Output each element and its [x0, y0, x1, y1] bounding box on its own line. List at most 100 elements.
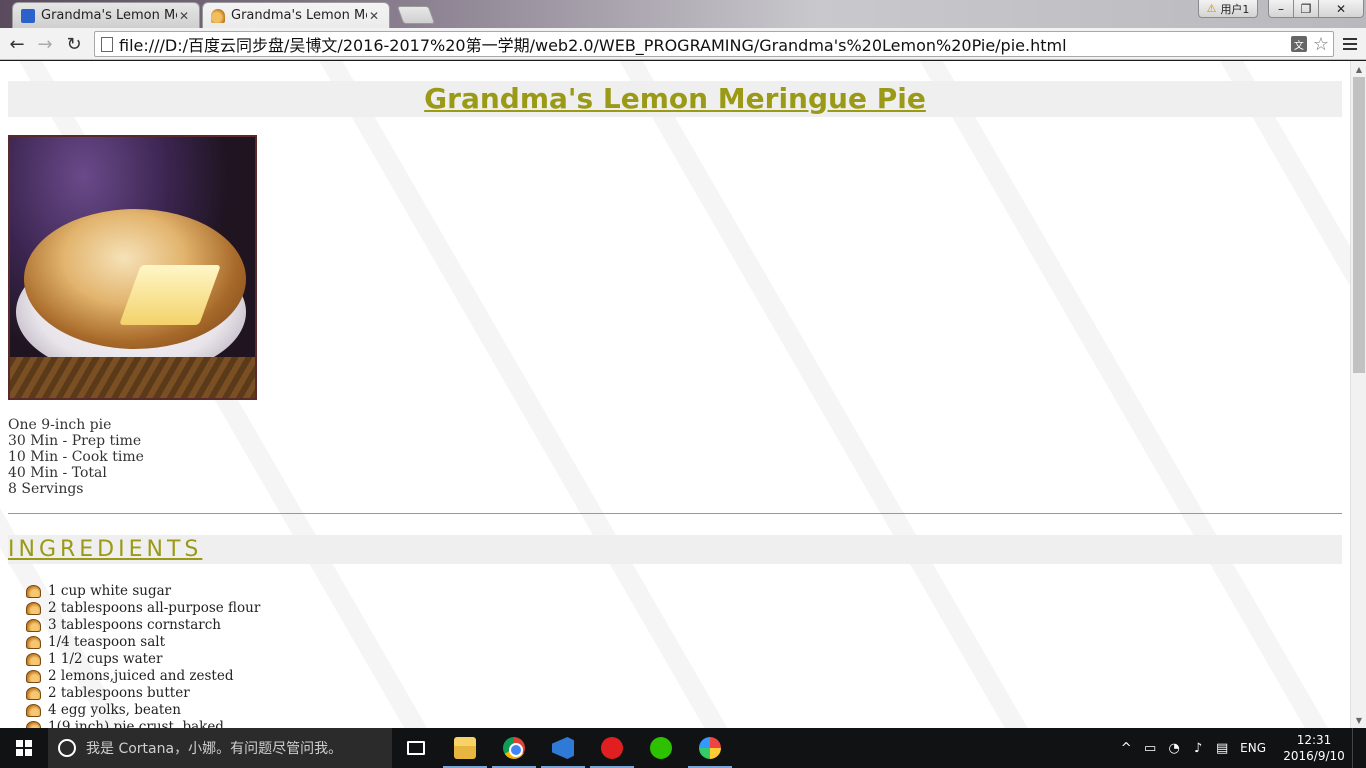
- battery-icon[interactable]: ▭: [1138, 741, 1162, 756]
- minimize-button[interactable]: –: [1268, 0, 1294, 18]
- list-item: 3 tablespoons cornstarch: [26, 617, 260, 634]
- show-desktop-button[interactable]: [1352, 728, 1366, 768]
- tab-title: Grandma's Lemon Merin: [41, 8, 177, 23]
- page-title[interactable]: Grandma's Lemon Meringue Pie: [424, 82, 926, 115]
- page-viewport: Grandma's Lemon Meringue Pie One 9-inch …: [0, 61, 1350, 728]
- clock[interactable]: 12:31 2016/9/10: [1276, 732, 1352, 764]
- warning-icon: ⚠: [1206, 2, 1217, 15]
- paint-palette-icon: [699, 737, 721, 759]
- wechat-icon: [650, 737, 672, 759]
- ingredient-text: 3 tablespoons cornstarch: [48, 617, 221, 633]
- recipe-facts: One 9-inch pie 30 Min - Prep time 10 Min…: [8, 417, 144, 497]
- task-view-button[interactable]: [392, 728, 440, 768]
- ingredient-text: 2 tablespoons butter: [48, 685, 190, 701]
- url-text[interactable]: file:///D:/百度云同步盘/吴博文/2016-2017%20第一学期/w…: [119, 32, 1291, 56]
- ingredient-text: 2 tablespoons all-purpose flour: [48, 600, 261, 616]
- windows-logo-icon: [16, 740, 32, 756]
- wechat-button[interactable]: [637, 728, 685, 768]
- chrome-button[interactable]: [490, 728, 538, 768]
- ingredient-text: 2 lemons,juiced and zested: [48, 668, 234, 684]
- profile-button[interactable]: ⚠ 用户1: [1198, 0, 1258, 18]
- basket-shape: [10, 357, 255, 398]
- page-title-bar: Grandma's Lemon Meringue Pie: [8, 81, 1342, 117]
- fact-yield: One 9-inch pie: [8, 417, 112, 433]
- pie-bullet-icon: [26, 704, 41, 717]
- menu-icon[interactable]: [1340, 34, 1360, 54]
- scroll-down-arrow-icon[interactable]: ▼: [1351, 712, 1366, 728]
- fact-servings: 8 Servings: [8, 481, 84, 497]
- paint-button[interactable]: [686, 728, 734, 768]
- pie-bullet-icon: [26, 653, 41, 666]
- pie-bullet-icon: [26, 619, 41, 632]
- clock-time: 12:31: [1296, 733, 1332, 747]
- pie-bullet-icon: [26, 636, 41, 649]
- ingredients-heading-bar: INGREDIENTS: [8, 535, 1342, 564]
- close-window-button[interactable]: ✕: [1318, 0, 1364, 18]
- folder-icon: [454, 737, 476, 759]
- fact-cook-time: 10 Min - Cook time: [8, 449, 144, 465]
- wifi-icon[interactable]: ◔: [1162, 741, 1186, 756]
- ingredients-heading[interactable]: INGREDIENTS: [8, 537, 202, 562]
- ingredient-text: 1 1/2 cups water: [48, 651, 163, 667]
- tab-strip: Grandma's Lemon Merin ✕ Grandma's Lemon …: [0, 0, 1366, 28]
- address-bar[interactable]: file:///D:/百度云同步盘/吴博文/2016-2017%20第一学期/w…: [94, 31, 1334, 57]
- ingredient-text: 1/4 teaspoon salt: [48, 634, 166, 650]
- pie-bullet-icon: [26, 602, 41, 615]
- volume-icon[interactable]: ♪: [1186, 741, 1210, 756]
- pie-bullet-icon: [26, 721, 41, 728]
- list-item: 2 tablespoons butter: [26, 685, 260, 702]
- tab-inactive[interactable]: Grandma's Lemon Merin ✕: [12, 2, 200, 28]
- list-item: 2 tablespoons all-purpose flour: [26, 600, 260, 617]
- back-arrow-icon[interactable]: ←: [5, 32, 29, 56]
- list-item: 4 egg yolks, beaten: [26, 702, 260, 719]
- close-icon[interactable]: ✕: [177, 9, 191, 23]
- file-explorer-button[interactable]: [441, 728, 489, 768]
- music-icon: [601, 737, 623, 759]
- paw-icon: [21, 8, 35, 23]
- task-view-icon: [407, 741, 425, 755]
- list-item: 1 1/2 cups water: [26, 651, 260, 668]
- scrollbar-thumb[interactable]: [1353, 77, 1365, 373]
- close-icon[interactable]: ✕: [367, 9, 381, 23]
- profile-label: 用户1: [1220, 2, 1250, 16]
- maximize-button[interactable]: ❐: [1293, 0, 1319, 18]
- pie-bullet-icon: [26, 670, 41, 683]
- clock-date: 2016/9/10: [1283, 749, 1345, 763]
- new-tab-button[interactable]: [396, 6, 436, 24]
- scroll-up-arrow-icon[interactable]: ▲: [1351, 61, 1366, 77]
- list-item: 1(9 inch) pie crust, baked: [26, 719, 260, 728]
- fact-total-time: 40 Min - Total: [8, 465, 107, 481]
- forward-arrow-icon[interactable]: →: [33, 32, 57, 56]
- bookmark-star-icon[interactable]: ☆: [1313, 34, 1329, 55]
- pie-bullet-icon: [26, 585, 41, 598]
- start-button[interactable]: [0, 728, 48, 768]
- translate-icon[interactable]: 文: [1290, 36, 1307, 52]
- ingredient-text: 1 cup white sugar: [48, 583, 172, 599]
- pie-bullet-icon: [26, 687, 41, 700]
- divider: [8, 513, 1342, 514]
- ingredient-text: 1(9 inch) pie crust, baked: [48, 719, 224, 728]
- ingredients-list: 1 cup white sugar 2 tablespoons all-purp…: [26, 583, 260, 728]
- action-center-icon[interactable]: ▤: [1210, 741, 1234, 756]
- cortana-icon: [58, 739, 76, 757]
- system-tray: ^ ▭ ◔ ♪ ▤ ENG 12:31 2016/9/10: [1114, 728, 1366, 768]
- chevron-up-icon[interactable]: ^: [1114, 741, 1138, 756]
- netease-music-button[interactable]: [588, 728, 636, 768]
- pie-image: [8, 135, 257, 400]
- ingredient-text: 4 egg yolks, beaten: [48, 702, 181, 718]
- tab-active[interactable]: Grandma's Lemon Merin ✕: [202, 2, 390, 28]
- browser-toolbar: ← → ↻ file:///D:/百度云同步盘/吴博文/2016-2017%20…: [0, 28, 1366, 60]
- reload-icon[interactable]: ↻: [62, 32, 86, 56]
- list-item: 1/4 teaspoon salt: [26, 634, 260, 651]
- list-item: 2 lemons,juiced and zested: [26, 668, 260, 685]
- chrome-icon: [503, 737, 525, 759]
- visual-studio-icon: [552, 737, 574, 759]
- language-indicator[interactable]: ENG: [1240, 741, 1266, 755]
- search-placeholder: 我是 Cortana，小娜。有问题尽管问我。: [86, 741, 343, 757]
- taskbar: 我是 Cortana，小娜。有问题尽管问我。 ^ ▭ ◔ ♪ ▤ ENG 12:…: [0, 728, 1366, 768]
- page-icon: [101, 36, 113, 52]
- cortana-search-box[interactable]: 我是 Cortana，小娜。有问题尽管问我。: [48, 728, 392, 768]
- visual-studio-button[interactable]: [539, 728, 587, 768]
- tab-title: Grandma's Lemon Merin: [231, 8, 367, 23]
- vertical-scrollbar[interactable]: ▲ ▼: [1350, 61, 1366, 728]
